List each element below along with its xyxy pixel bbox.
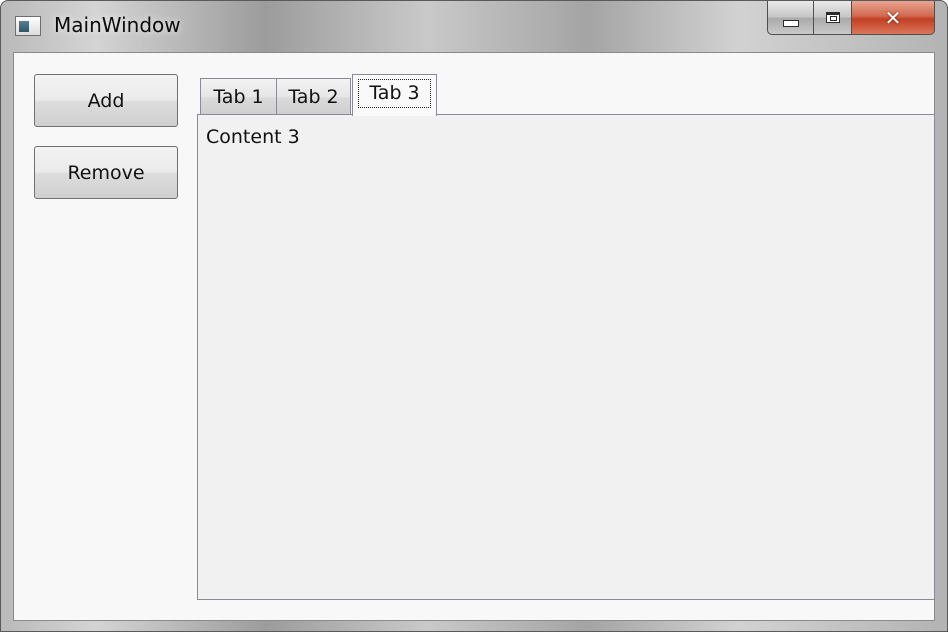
close-button[interactable]: ✕ <box>851 1 935 35</box>
tab-2[interactable]: Tab 2 <box>276 78 351 115</box>
remove-button[interactable]: Remove <box>34 146 178 199</box>
window-title: MainWindow <box>54 13 181 37</box>
tab-3-selected[interactable]: Tab 3 <box>352 74 437 116</box>
panel-content-text: Content 3 <box>206 126 300 148</box>
tab-label: Tab 2 <box>288 86 339 108</box>
close-icon: ✕ <box>884 5 902 30</box>
tab-content-panel: Content 3 <box>197 114 935 600</box>
caption-buttons: ✕ <box>767 1 935 36</box>
tab-label: Tab 1 <box>213 86 264 108</box>
add-button[interactable]: Add <box>34 74 178 127</box>
main-window: MainWindow ✕ Add Remove Tab 1 Tab 2 Tab … <box>0 0 948 632</box>
maximize-button[interactable] <box>813 1 851 35</box>
minimize-icon <box>782 20 799 27</box>
tab-label: Tab 3 <box>358 79 431 108</box>
minimize-button[interactable] <box>767 1 813 35</box>
client-area: Add Remove Tab 1 Tab 2 Tab 3 Content 3 <box>13 52 935 621</box>
app-icon-pane <box>19 21 29 32</box>
maximize-icon <box>825 12 840 23</box>
app-window-icon[interactable] <box>15 16 41 36</box>
tab-1[interactable]: Tab 1 <box>200 78 277 115</box>
title-bar[interactable]: MainWindow ✕ <box>1 1 947 51</box>
